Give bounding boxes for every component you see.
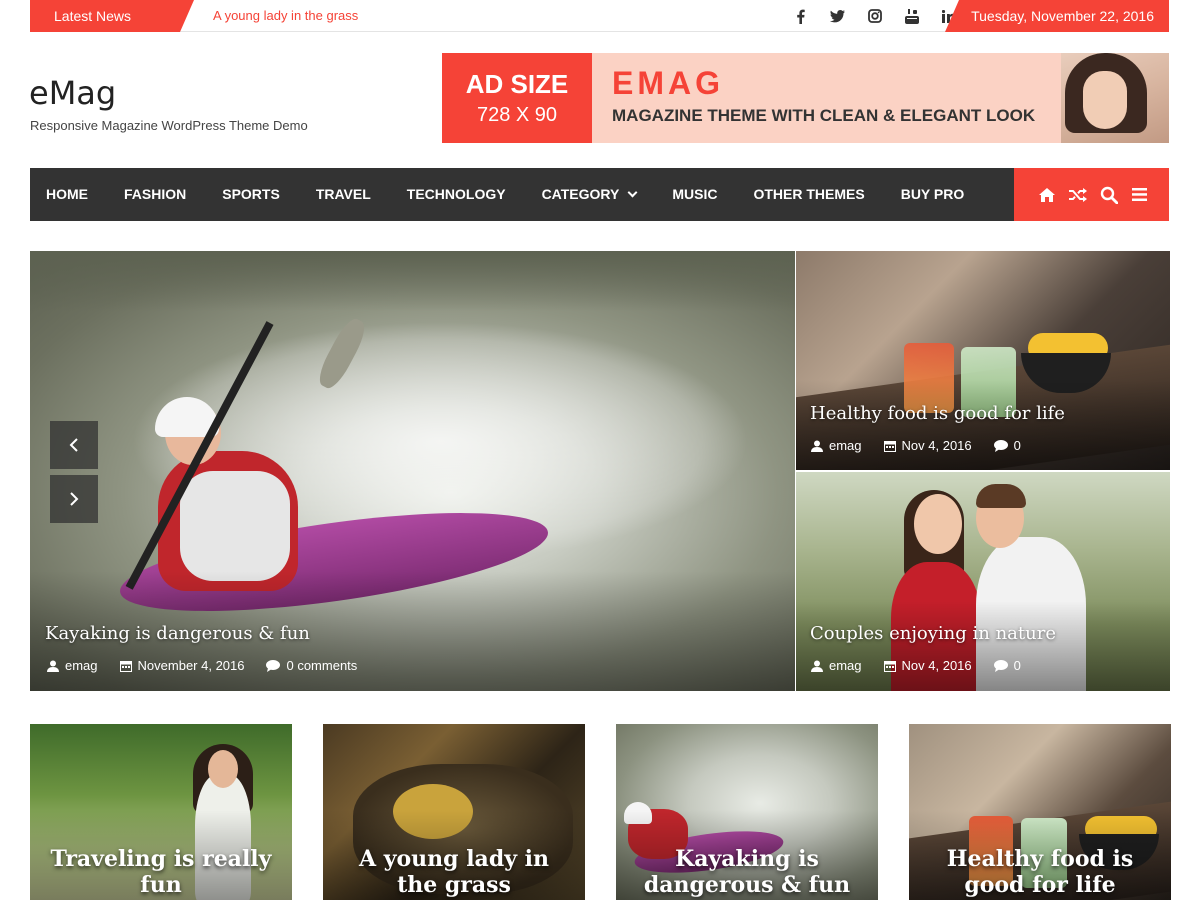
current-date: Tuesday, November 22, 2016 <box>945 0 1169 32</box>
chevron-right-icon <box>70 492 79 506</box>
post-author[interactable]: emag <box>829 658 862 673</box>
user-icon <box>811 440 823 452</box>
ad-brand: EMAG <box>612 65 724 101</box>
post-card-title[interactable]: A young lady in the grass <box>323 846 585 900</box>
chevron-down-icon <box>627 187 638 198</box>
twitter-icon[interactable] <box>819 6 856 26</box>
menu-icon[interactable] <box>1130 185 1150 205</box>
ad-model-image <box>1061 53 1169 143</box>
top-bar: Latest News A young lady in the grass Tu… <box>30 0 1169 32</box>
ad-size-label: AD SIZE <box>465 69 569 99</box>
post-date: Nov 4, 2016 <box>901 438 972 453</box>
slider-next-button[interactable] <box>50 475 98 523</box>
post-comments[interactable]: 0 comments <box>286 658 357 673</box>
latest-news-label: Latest News <box>30 0 194 32</box>
side-post-card[interactable]: Couples enjoying in nature emag Nov 4, 2… <box>796 472 1170 691</box>
featured-post-meta: emag November 4, 2016 0 comments <box>47 658 357 673</box>
user-icon <box>811 660 823 672</box>
side-post-card[interactable]: Healthy food is good for life emag Nov 4… <box>796 251 1170 470</box>
post-author[interactable]: emag <box>829 438 862 453</box>
post-card-title[interactable]: Kayaking is dangerous & fun <box>616 846 878 900</box>
facebook-icon[interactable] <box>782 6 819 26</box>
user-icon <box>47 660 59 672</box>
nav-item-travel[interactable]: TRAVEL <box>298 168 389 221</box>
post-comments[interactable]: 0 <box>1014 658 1021 673</box>
post-card[interactable]: Traveling is really fun <box>30 724 292 900</box>
calendar-icon <box>883 440 896 452</box>
nav-item-fashion[interactable]: FASHION <box>106 168 204 221</box>
comment-icon <box>993 439 1008 452</box>
nav-item-home[interactable]: HOME <box>30 168 106 221</box>
featured-post-title[interactable]: Kayaking is dangerous & fun <box>45 623 310 644</box>
shuffle-icon[interactable] <box>1068 185 1088 205</box>
side-post-title[interactable]: Couples enjoying in nature <box>810 623 1056 644</box>
nav-tools <box>1014 168 1169 221</box>
site-description: Responsive Magazine WordPress Theme Demo <box>30 118 308 133</box>
side-post-title[interactable]: Healthy food is good for life <box>810 403 1065 424</box>
side-post-meta: emag Nov 4, 2016 0 <box>811 438 1021 453</box>
nav-item-category[interactable]: CATEGORY <box>524 168 655 221</box>
ad-banner[interactable]: AD SIZE 728 X 90 EMAG MAGAZINE THEME WIT… <box>442 53 1169 143</box>
post-comments[interactable]: 0 <box>1014 438 1021 453</box>
slider-prev-button[interactable] <box>50 421 98 469</box>
post-card-title[interactable]: Traveling is really fun <box>30 846 292 900</box>
post-card[interactable]: A young lady in the grass <box>323 724 585 900</box>
post-card[interactable]: Kayaking is dangerous & fun <box>616 724 878 900</box>
calendar-icon <box>883 660 896 672</box>
main-navigation: HOME FASHION SPORTS TRAVEL TECHNOLOGY CA… <box>30 168 1169 221</box>
nav-item-sports[interactable]: SPORTS <box>204 168 298 221</box>
ad-size-value: 728 X 90 <box>476 104 558 126</box>
chevron-left-icon <box>69 438 78 452</box>
post-card-title[interactable]: Healthy food is good for life <box>909 846 1171 900</box>
comment-icon <box>993 659 1008 672</box>
site-title[interactable]: eMag <box>29 74 116 112</box>
post-card[interactable]: Healthy food is good for life <box>909 724 1171 900</box>
home-icon[interactable] <box>1037 185 1057 205</box>
post-author[interactable]: emag <box>65 658 98 673</box>
ad-size-box: AD SIZE 728 X 90 <box>442 53 592 143</box>
nav-item-other-themes[interactable]: OTHER THEMES <box>735 168 882 221</box>
latest-news-headline[interactable]: A young lady in the grass <box>213 0 358 32</box>
search-icon[interactable] <box>1099 185 1119 205</box>
side-post-meta: emag Nov 4, 2016 0 <box>811 658 1021 673</box>
social-links <box>782 6 967 26</box>
ad-tagline: MAGAZINE THEME WITH CLEAN & ELEGANT LOOK <box>612 106 1036 125</box>
comment-icon <box>266 659 281 672</box>
nav-item-buy-pro[interactable]: BUY PRO <box>883 168 983 221</box>
nav-item-technology[interactable]: TECHNOLOGY <box>389 168 524 221</box>
calendar-icon <box>119 660 132 672</box>
post-date: Nov 4, 2016 <box>901 658 972 673</box>
featured-slider[interactable]: Kayaking is dangerous & fun emag Novembe… <box>30 251 795 691</box>
instagram-icon[interactable] <box>856 6 893 26</box>
nav-item-category-label: CATEGORY <box>541 186 620 202</box>
youtube-icon[interactable] <box>893 6 930 26</box>
post-date: November 4, 2016 <box>137 658 245 673</box>
nav-item-music[interactable]: MUSIC <box>654 168 735 221</box>
